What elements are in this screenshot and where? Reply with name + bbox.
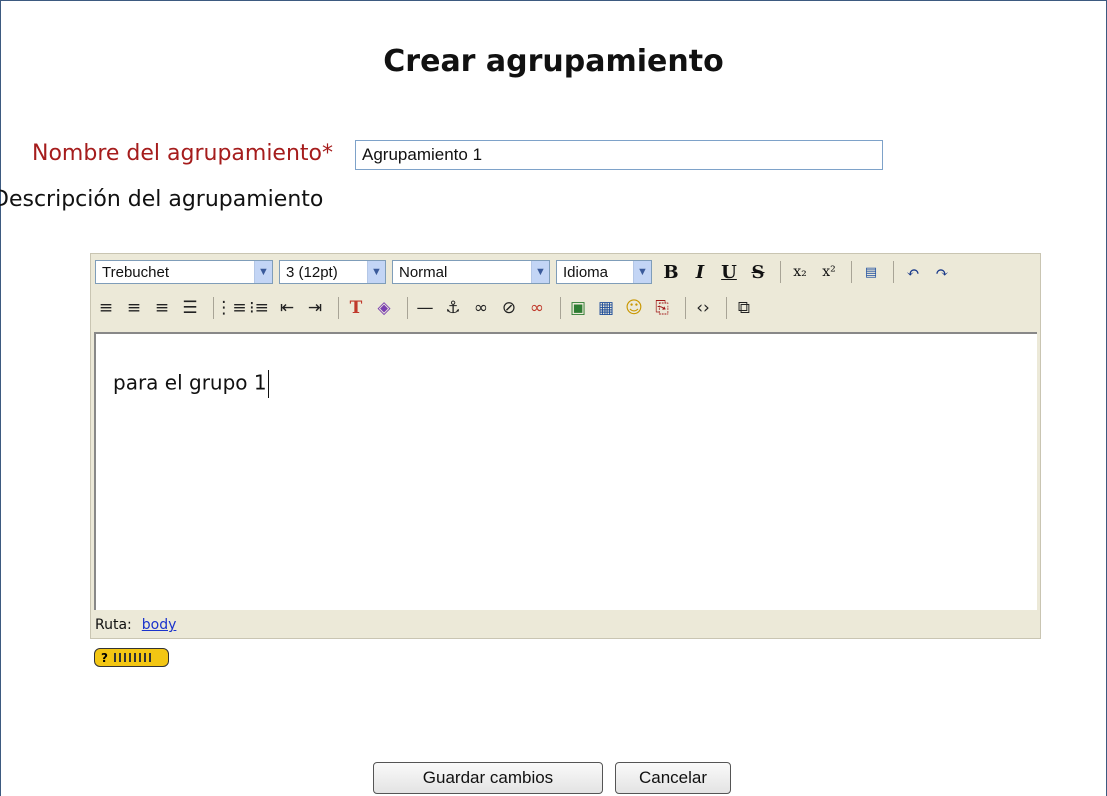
chevron-down-icon: ▼ xyxy=(254,261,272,283)
bold-button[interactable]: B xyxy=(658,259,684,285)
search-replace-icon[interactable]: ⎘ xyxy=(651,297,673,319)
indent-icon[interactable]: ⇥ xyxy=(304,297,326,319)
editor-text: para el grupo 1 xyxy=(113,370,269,398)
underline-button[interactable]: U xyxy=(716,259,742,285)
chevron-down-icon: ▼ xyxy=(367,261,385,283)
strikethrough-button[interactable]: S xyxy=(745,259,771,285)
font-family-value: Trebuchet xyxy=(102,263,169,281)
question-icon: ? xyxy=(101,650,108,665)
chevron-down-icon: ▼ xyxy=(633,261,651,283)
toolbar-row-2: ≡ ≡ ≡ ☰ ⋮≡ ⁝≡ ⇤ ⇥ T ◈ — ⚓ ∞ ⊘ ∞ ▣ ▦ ☺ ⎘ … xyxy=(95,294,761,322)
font-family-select[interactable]: Trebuchet ▼ xyxy=(95,260,273,284)
align-center-icon[interactable]: ≡ xyxy=(123,297,145,319)
window-border-left xyxy=(0,0,1,796)
page-title: Crear agrupamiento xyxy=(383,44,724,79)
nolink-icon[interactable]: ∞ xyxy=(526,297,548,319)
unordered-list-icon[interactable]: ⁝≡ xyxy=(248,297,270,319)
undo-icon[interactable]: ↶ xyxy=(900,259,926,285)
toolbar-separator xyxy=(685,297,686,319)
superscript-icon[interactable]: x² xyxy=(816,259,842,285)
justify-icon[interactable]: ☰ xyxy=(179,297,201,319)
font-size-value: 3 (12pt) xyxy=(286,263,338,281)
chevron-down-icon: ▼ xyxy=(531,261,549,283)
redo-icon[interactable]: ↷ xyxy=(929,259,955,285)
horizontal-rule-icon[interactable]: — xyxy=(414,297,436,319)
editor-path-bar: Ruta: body xyxy=(91,612,1040,638)
outdent-icon[interactable]: ⇤ xyxy=(276,297,298,319)
toolbar-separator xyxy=(893,261,894,283)
keyboard-help-button[interactable]: ? xyxy=(94,648,169,667)
link-icon[interactable]: ∞ xyxy=(470,297,492,319)
subscript-icon[interactable]: x₂ xyxy=(787,259,813,285)
format-select[interactable]: Normal ▼ xyxy=(392,260,550,284)
font-size-select[interactable]: 3 (12pt) ▼ xyxy=(279,260,386,284)
toolbar-separator xyxy=(726,297,727,319)
smiley-icon[interactable]: ☺ xyxy=(623,297,645,319)
grouping-description-label: Descripción del agrupamiento xyxy=(0,187,324,212)
grouping-name-input[interactable] xyxy=(355,140,883,170)
toolbar-row-1: Trebuchet ▼ 3 (12pt) ▼ Normal ▼ Idioma ▼… xyxy=(95,258,958,286)
html-editor: Trebuchet ▼ 3 (12pt) ▼ Normal ▼ Idioma ▼… xyxy=(90,253,1041,639)
language-select[interactable]: Idioma ▼ xyxy=(556,260,652,284)
save-changes-button[interactable]: Guardar cambios xyxy=(373,762,603,794)
ordered-list-icon[interactable]: ⋮≡ xyxy=(215,297,246,319)
form-buttons: Guardar cambios Cancelar xyxy=(373,762,731,794)
align-right-icon[interactable]: ≡ xyxy=(151,297,173,319)
keyboard-icon xyxy=(113,653,154,662)
insert-table-icon[interactable]: ▦ xyxy=(595,297,617,319)
format-value: Normal xyxy=(399,263,448,281)
unlink-icon[interactable]: ⊘ xyxy=(498,297,520,319)
grouping-name-label: Nombre del agrupamiento* xyxy=(32,141,333,166)
toolbar-separator xyxy=(560,297,561,319)
toolbar-separator xyxy=(407,297,408,319)
clean-word-icon[interactable]: ▤ xyxy=(858,259,884,285)
align-left-icon[interactable]: ≡ xyxy=(95,297,117,319)
path-label: Ruta: xyxy=(95,617,132,633)
cancel-button[interactable]: Cancelar xyxy=(615,762,731,794)
html-source-icon[interactable]: ‹› xyxy=(692,297,714,319)
toolbar-separator xyxy=(851,261,852,283)
fullscreen-icon[interactable]: ⧉ xyxy=(733,297,755,319)
language-value: Idioma xyxy=(563,263,609,281)
path-link-body[interactable]: body xyxy=(142,617,177,633)
text-color-icon[interactable]: T xyxy=(345,297,367,319)
toolbar-separator xyxy=(213,297,214,319)
italic-button[interactable]: I xyxy=(687,259,713,285)
toolbar-separator xyxy=(780,261,781,283)
background-color-icon[interactable]: ◈ xyxy=(373,297,395,319)
toolbar-separator xyxy=(338,297,339,319)
window-border-top xyxy=(0,0,1107,1)
insert-image-icon[interactable]: ▣ xyxy=(567,297,589,319)
anchor-icon[interactable]: ⚓ xyxy=(442,297,464,319)
editor-content-area[interactable]: para el grupo 1 xyxy=(94,332,1037,610)
